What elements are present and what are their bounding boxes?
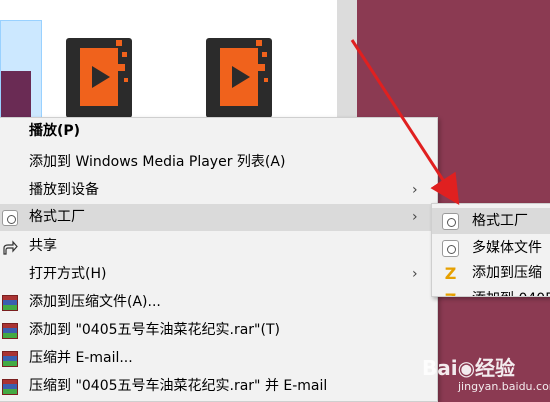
watermark-logo: Bai◉经验 — [422, 356, 516, 380]
arrow-line — [350, 39, 460, 206]
watermark-url: jingyan.baidu.com — [458, 380, 550, 393]
annotation-arrow — [350, 39, 460, 206]
baidu-jingyan-watermark: Bai◉经验 jingyan.baidu.com — [418, 352, 550, 400]
